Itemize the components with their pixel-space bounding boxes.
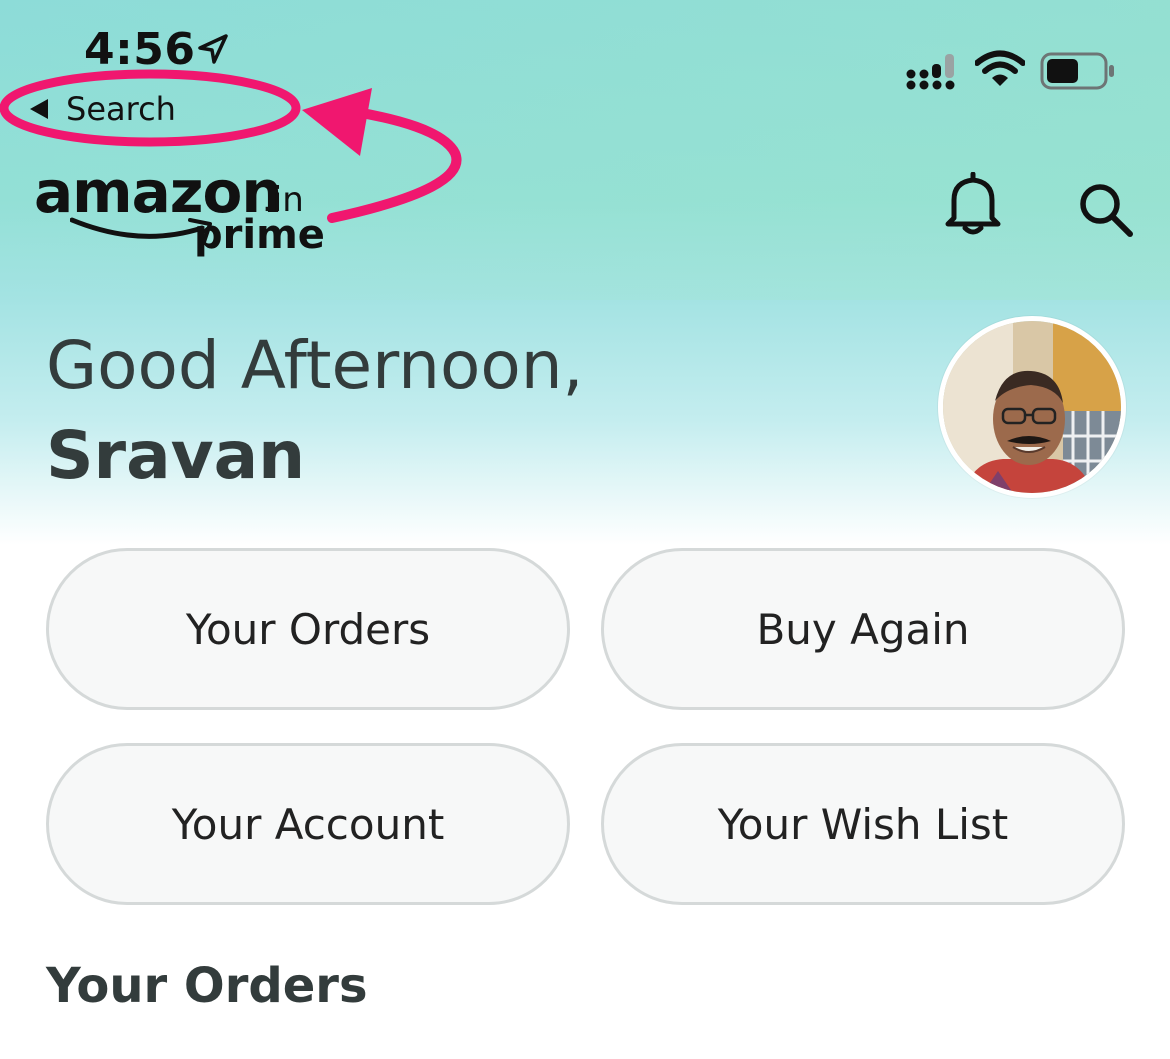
buy-again-button[interactable]: Buy Again	[601, 548, 1125, 710]
user-name: Sravan	[46, 417, 306, 494]
your-orders-button[interactable]: Your Orders	[46, 548, 570, 710]
logo-prime: prime	[194, 212, 325, 258]
wifi-icon	[975, 50, 1025, 86]
search-icon[interactable]	[1076, 180, 1136, 240]
your-orders-section-title: Your Orders	[46, 958, 368, 1014]
avatar[interactable]	[938, 316, 1126, 498]
bell-icon[interactable]	[940, 172, 1006, 238]
back-triangle-icon	[30, 99, 48, 119]
your-account-button[interactable]: Your Account	[46, 743, 570, 905]
status-time: 4:56	[84, 24, 196, 75]
amazon-prime-logo[interactable]: amazon .in prime	[34, 160, 325, 260]
back-to-search-link[interactable]: Search	[28, 88, 176, 130]
back-link-label: Search	[66, 90, 176, 128]
signal-icon	[906, 54, 955, 90]
greeting-text: Good Afternoon,	[46, 327, 584, 404]
location-arrow-icon	[198, 34, 228, 64]
app-screen: 4:56 Search amazon .in prime Good Aftern…	[0, 0, 1170, 1059]
profile-photo	[943, 321, 1121, 493]
battery-icon	[1040, 52, 1114, 90]
your-wish-list-button[interactable]: Your Wish List	[601, 743, 1125, 905]
